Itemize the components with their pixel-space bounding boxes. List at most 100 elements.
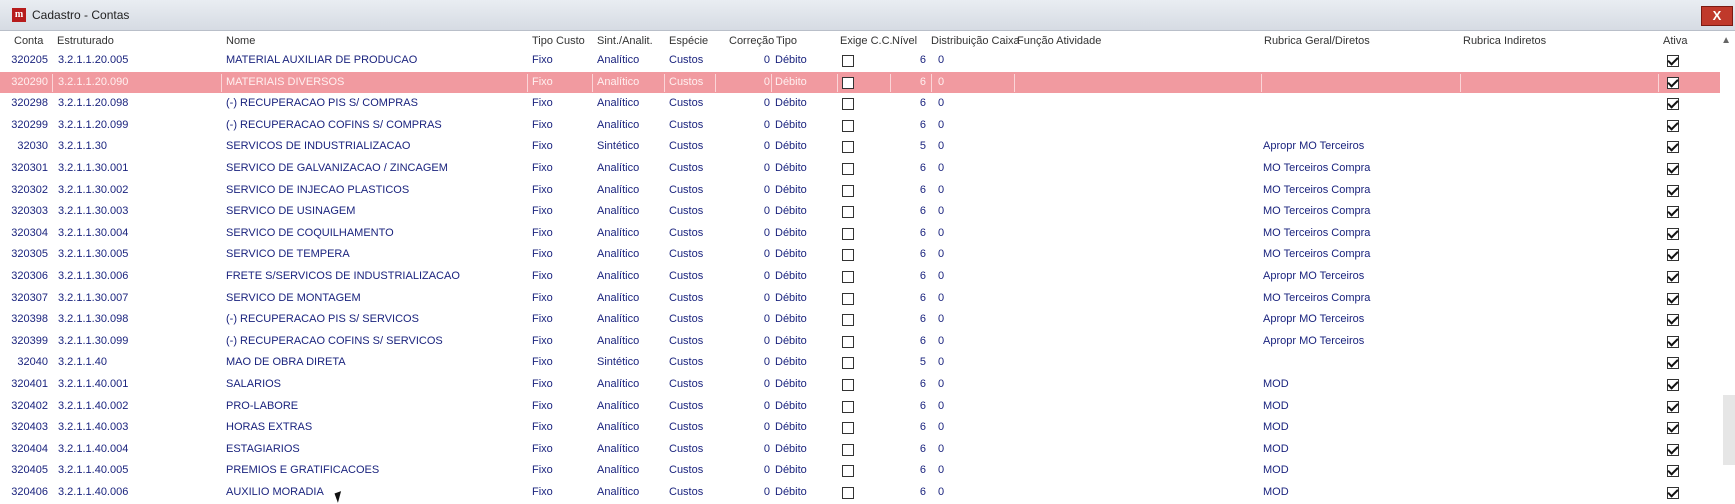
ativa-checkbox[interactable] [1667,227,1679,240]
ativa-checkbox[interactable] [1667,271,1679,283]
table-row[interactable]: 320305 3.2.1.1.30.005 SERVICO DE TEMPERA Fi… [0,244,1720,266]
column-header-sint-analit[interactable]: Sint./Analit. [597,35,653,47]
ativa-checkbox[interactable] [1667,76,1679,89]
cell-nome: SALARIOS [226,378,282,390]
exige-cc-checkbox[interactable] [842,379,854,391]
column-header-correcao[interactable]: Correção [729,35,774,47]
sort-arrow-icon[interactable]: ▲ [1721,35,1731,46]
exige-cc-checkbox[interactable] [842,422,854,435]
ativa-checkbox[interactable] [1667,292,1679,305]
ativa-checkbox[interactable] [1667,379,1679,391]
ativa-checkbox[interactable] [1667,163,1679,175]
column-header-distribuicao-caixa[interactable]: Distribuição Caixa [931,35,1020,47]
cell-correcao: 0 [763,140,770,153]
table-row[interactable]: 320398 3.2.1.1.30.098 (-) RECUPERACAO PIS … [0,309,1720,331]
ativa-checkbox[interactable] [1667,119,1679,132]
cell-distribuicao-caixa: 0 [938,75,945,88]
cell-especie: Custos [669,248,704,261]
table-row[interactable]: 32030 3.2.1.1.30 SERVICOS DE INDUSTRIALIZA… [0,136,1720,158]
exige-cc-checkbox[interactable] [842,98,854,111]
ativa-checkbox[interactable] [1667,98,1679,111]
exige-cc-checkbox[interactable] [842,314,854,327]
table-row[interactable]: 320290 3.2.1.1.20.090 MATERIAIS DIVERSOS Fi… [0,71,1720,94]
table-row[interactable]: 320404 3.2.1.1.40.004 ESTAGIARIOS Fixo Analí… [0,439,1720,461]
table-row[interactable]: 320402 3.2.1.1.40.002 PRO-LABORE Fixo Analít… [0,396,1720,418]
cell-nome: (-) RECUPERACAO COFINS S/ SERVICOS [226,334,443,347]
table-row[interactable]: 320306 3.2.1.1.30.006 FRETE S/SERVICOS DE … [0,266,1720,288]
table-row[interactable]: 320406 3.2.1.1.40.006 AUXILIO MORADIA Fixo A… [0,482,1720,504]
exige-cc-checkbox[interactable] [842,292,854,305]
vertical-scrollbar[interactable] [1723,395,1735,465]
table-row[interactable]: 320303 3.2.1.1.30.003 SERVICO DE USINAGEM F… [0,201,1720,223]
column-header-nome[interactable]: Nome [226,35,255,47]
ativa-checkbox[interactable] [1667,335,1679,348]
cell-especie: Custos [669,226,704,239]
column-header-especie[interactable]: Espécie [669,35,708,47]
ativa-checkbox[interactable] [1667,184,1679,197]
exige-cc-checkbox[interactable] [842,271,854,283]
cell-nivel: 6 [919,464,926,477]
cell-distribuicao-caixa: 0 [938,248,945,261]
ativa-checkbox[interactable] [1667,55,1679,67]
exige-cc-checkbox[interactable] [842,163,854,175]
ativa-checkbox[interactable] [1667,465,1679,478]
cell-conta: 320304 [11,226,48,239]
column-header-rubrica-geral[interactable]: Rubrica Geral/Diretos [1264,35,1370,47]
table-row[interactable]: 320205 3.2.1.1.20.005 MATERIAL AUXILIAR DE… [0,50,1720,72]
table-row[interactable]: 320299 3.2.1.1.20.099 (-) RECUPERACAO COFI… [0,115,1720,137]
cell-nivel: 5 [919,356,926,369]
ativa-checkbox[interactable] [1667,141,1679,154]
ativa-checkbox[interactable] [1667,206,1679,219]
ativa-checkbox[interactable] [1667,400,1679,413]
table-row[interactable]: 320307 3.2.1.1.30.007 SERVICO DE MONTAGEM F… [0,288,1720,310]
exige-cc-checkbox[interactable] [842,465,854,478]
exige-cc-checkbox[interactable] [842,55,854,67]
cell-nome: (-) RECUPERACAO PIS S/ COMPRAS [226,97,418,110]
ativa-checkbox[interactable] [1667,249,1679,262]
column-header-ativa[interactable]: Ativa [1663,35,1687,47]
exige-cc-checkbox[interactable] [842,335,854,348]
exige-cc-checkbox[interactable] [842,76,854,89]
ativa-checkbox[interactable] [1667,314,1679,327]
exige-cc-checkbox[interactable] [842,206,854,219]
ativa-checkbox[interactable] [1667,422,1679,435]
column-header-tipo-custo[interactable]: Tipo Custo [532,35,585,47]
table-row[interactable]: 320403 3.2.1.1.40.003 HORAS EXTRAS Fixo Anal… [0,417,1720,439]
accounts-grid[interactable]: 320205 3.2.1.1.20.005 MATERIAL AUXILIAR DE… [0,50,1735,503]
column-header-tipo[interactable]: Tipo [776,35,797,47]
table-row[interactable]: 320301 3.2.1.1.30.001 SERVICO DE GALVANIZA… [0,158,1720,180]
cell-sint-analit: Sintético [597,140,640,153]
cell-nome: AUXILIO MORADIA [226,486,324,498]
exige-cc-checkbox[interactable] [842,119,854,132]
table-row[interactable]: 320298 3.2.1.1.20.098 (-) RECUPERACAO PIS … [0,93,1720,115]
column-header-rubrica-indiretos[interactable]: Rubrica Indiretos [1463,35,1546,47]
exige-cc-checkbox[interactable] [842,227,854,240]
exige-cc-checkbox[interactable] [842,184,854,197]
cell-especie: Custos [669,162,704,174]
cell-estruturado: 3.2.1.1.30.005 [58,248,129,261]
close-button[interactable]: X [1701,6,1733,26]
cell-correcao: 0 [763,356,770,369]
table-row[interactable]: 320304 3.2.1.1.30.004 SERVICO DE COQUILHAM… [0,223,1720,245]
cell-nome: SERVICO DE USINAGEM [226,205,356,218]
table-row[interactable]: 32040 3.2.1.1.40 MAO DE OBRA DIRETA Fixo Sin… [0,352,1720,374]
exige-cc-checkbox[interactable] [842,141,854,154]
ativa-checkbox[interactable] [1667,443,1679,456]
column-header-estruturado[interactable]: Estruturado [57,35,114,47]
ativa-checkbox[interactable] [1667,357,1679,370]
column-header-funcao-atividade[interactable]: Função Atividade [1017,35,1101,47]
exige-cc-checkbox[interactable] [842,487,854,499]
table-row[interactable]: 320399 3.2.1.1.30.099 (-) RECUPERACAO COFI… [0,331,1720,353]
exige-cc-checkbox[interactable] [842,443,854,456]
table-row[interactable]: 320405 3.2.1.1.40.005 PREMIOS E GRATIFICAC… [0,460,1720,482]
cell-estruturado: 3.2.1.1.40.004 [58,442,129,455]
column-header-exige-cc[interactable]: Exige C.C. [840,35,893,47]
exige-cc-checkbox[interactable] [842,357,854,370]
table-row[interactable]: 320401 3.2.1.1.40.001 SALARIOS Fixo Analític… [0,374,1720,396]
column-header-nivel[interactable]: Nível [892,35,917,47]
exige-cc-checkbox[interactable] [842,400,854,413]
exige-cc-checkbox[interactable] [842,249,854,262]
table-row[interactable]: 320302 3.2.1.1.30.002 SERVICO DE INJECAO P… [0,180,1720,202]
ativa-checkbox[interactable] [1667,487,1679,499]
column-header-conta[interactable]: Conta [14,35,43,47]
